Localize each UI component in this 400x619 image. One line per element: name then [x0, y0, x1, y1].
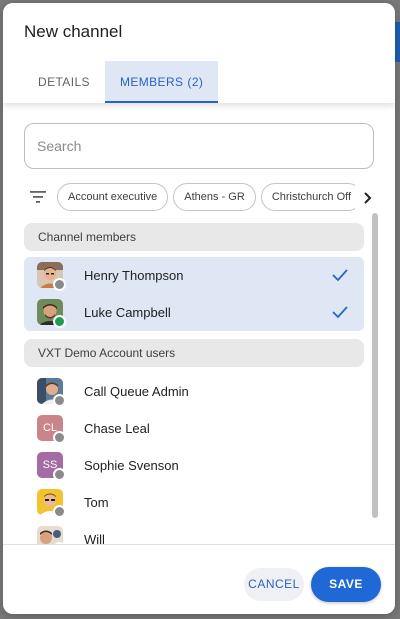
status-indicator: [53, 468, 66, 481]
check-icon: [332, 269, 348, 282]
status-indicator: [53, 431, 66, 444]
list-item[interactable]: CL Chase Leal: [24, 410, 364, 447]
section-header-channel-members: Channel members: [24, 223, 364, 251]
member-list: Channel members Henry Thompson Luke Camp…: [24, 223, 364, 544]
tab-members[interactable]: MEMBERS (2): [104, 61, 219, 103]
scrollbar-thumb[interactable]: [372, 213, 378, 518]
filter-chip[interactable]: Christchurch Off: [260, 183, 355, 211]
status-indicator: [53, 505, 66, 518]
list-item[interactable]: Tom: [24, 484, 364, 521]
search-input[interactable]: [24, 123, 374, 169]
section-header-account-users: VXT Demo Account users: [24, 339, 364, 367]
list-item[interactable]: Call Queue Admin: [24, 373, 364, 410]
member-name: Chase Leal: [84, 421, 150, 436]
list-item[interactable]: Will: [24, 521, 364, 544]
tab-details[interactable]: DETAILS: [23, 61, 105, 103]
tab-bar: DETAILS MEMBERS (2): [23, 61, 219, 103]
avatar: [37, 299, 66, 328]
filter-chip[interactable]: Account executive: [57, 183, 169, 211]
filter-chip[interactable]: Athens - GR: [173, 183, 256, 211]
member-name: Henry Thompson: [84, 268, 184, 283]
dialog-header: New channel DETAILS MEMBERS (2): [3, 3, 395, 103]
filter-bar: Account executive Athens - GR Christchurch…: [24, 183, 378, 213]
dialog-title: New channel: [24, 22, 123, 41]
member-name: Luke Campbell: [84, 305, 171, 320]
save-button[interactable]: SAVE: [311, 567, 381, 602]
check-icon: [332, 306, 348, 319]
member-name: Sophie Svenson: [84, 458, 179, 473]
avatar: SS: [37, 452, 66, 481]
filter-icon[interactable]: [29, 189, 47, 205]
cancel-button[interactable]: CANCEL: [244, 568, 304, 601]
member-name: Call Queue Admin: [84, 384, 189, 399]
avatar: [37, 378, 66, 407]
tab-members-count: (2): [187, 75, 204, 89]
list-scrollbar[interactable]: [371, 213, 379, 542]
dialog-body: Account executiveAthens - GRChristchurch…: [3, 103, 395, 544]
avatar: [37, 262, 66, 291]
filter-chip-row: Account executive Athens - GR Christchurch…: [57, 183, 355, 213]
tab-details-label: DETAILS: [38, 75, 90, 89]
list-item[interactable]: Henry Thompson: [24, 257, 364, 294]
chevron-right-icon[interactable]: [360, 189, 376, 207]
new-channel-dialog: New channel DETAILS MEMBERS(2) Account e…: [3, 3, 395, 614]
list-item[interactable]: Luke Campbell: [24, 294, 364, 331]
status-indicator: [53, 315, 66, 328]
avatar: [37, 526, 66, 544]
list-item[interactable]: SS Sophie Svenson: [24, 447, 364, 484]
member-name: Will: [84, 532, 105, 544]
avatar: [37, 489, 66, 518]
status-indicator: [53, 278, 66, 291]
avatar: CL: [37, 415, 66, 444]
tab-members-label: MEMBERS: [119, 75, 184, 89]
member-name: Tom: [84, 495, 109, 510]
dialog-footer: CANCEL SAVE: [3, 544, 395, 614]
status-indicator: [53, 394, 66, 407]
